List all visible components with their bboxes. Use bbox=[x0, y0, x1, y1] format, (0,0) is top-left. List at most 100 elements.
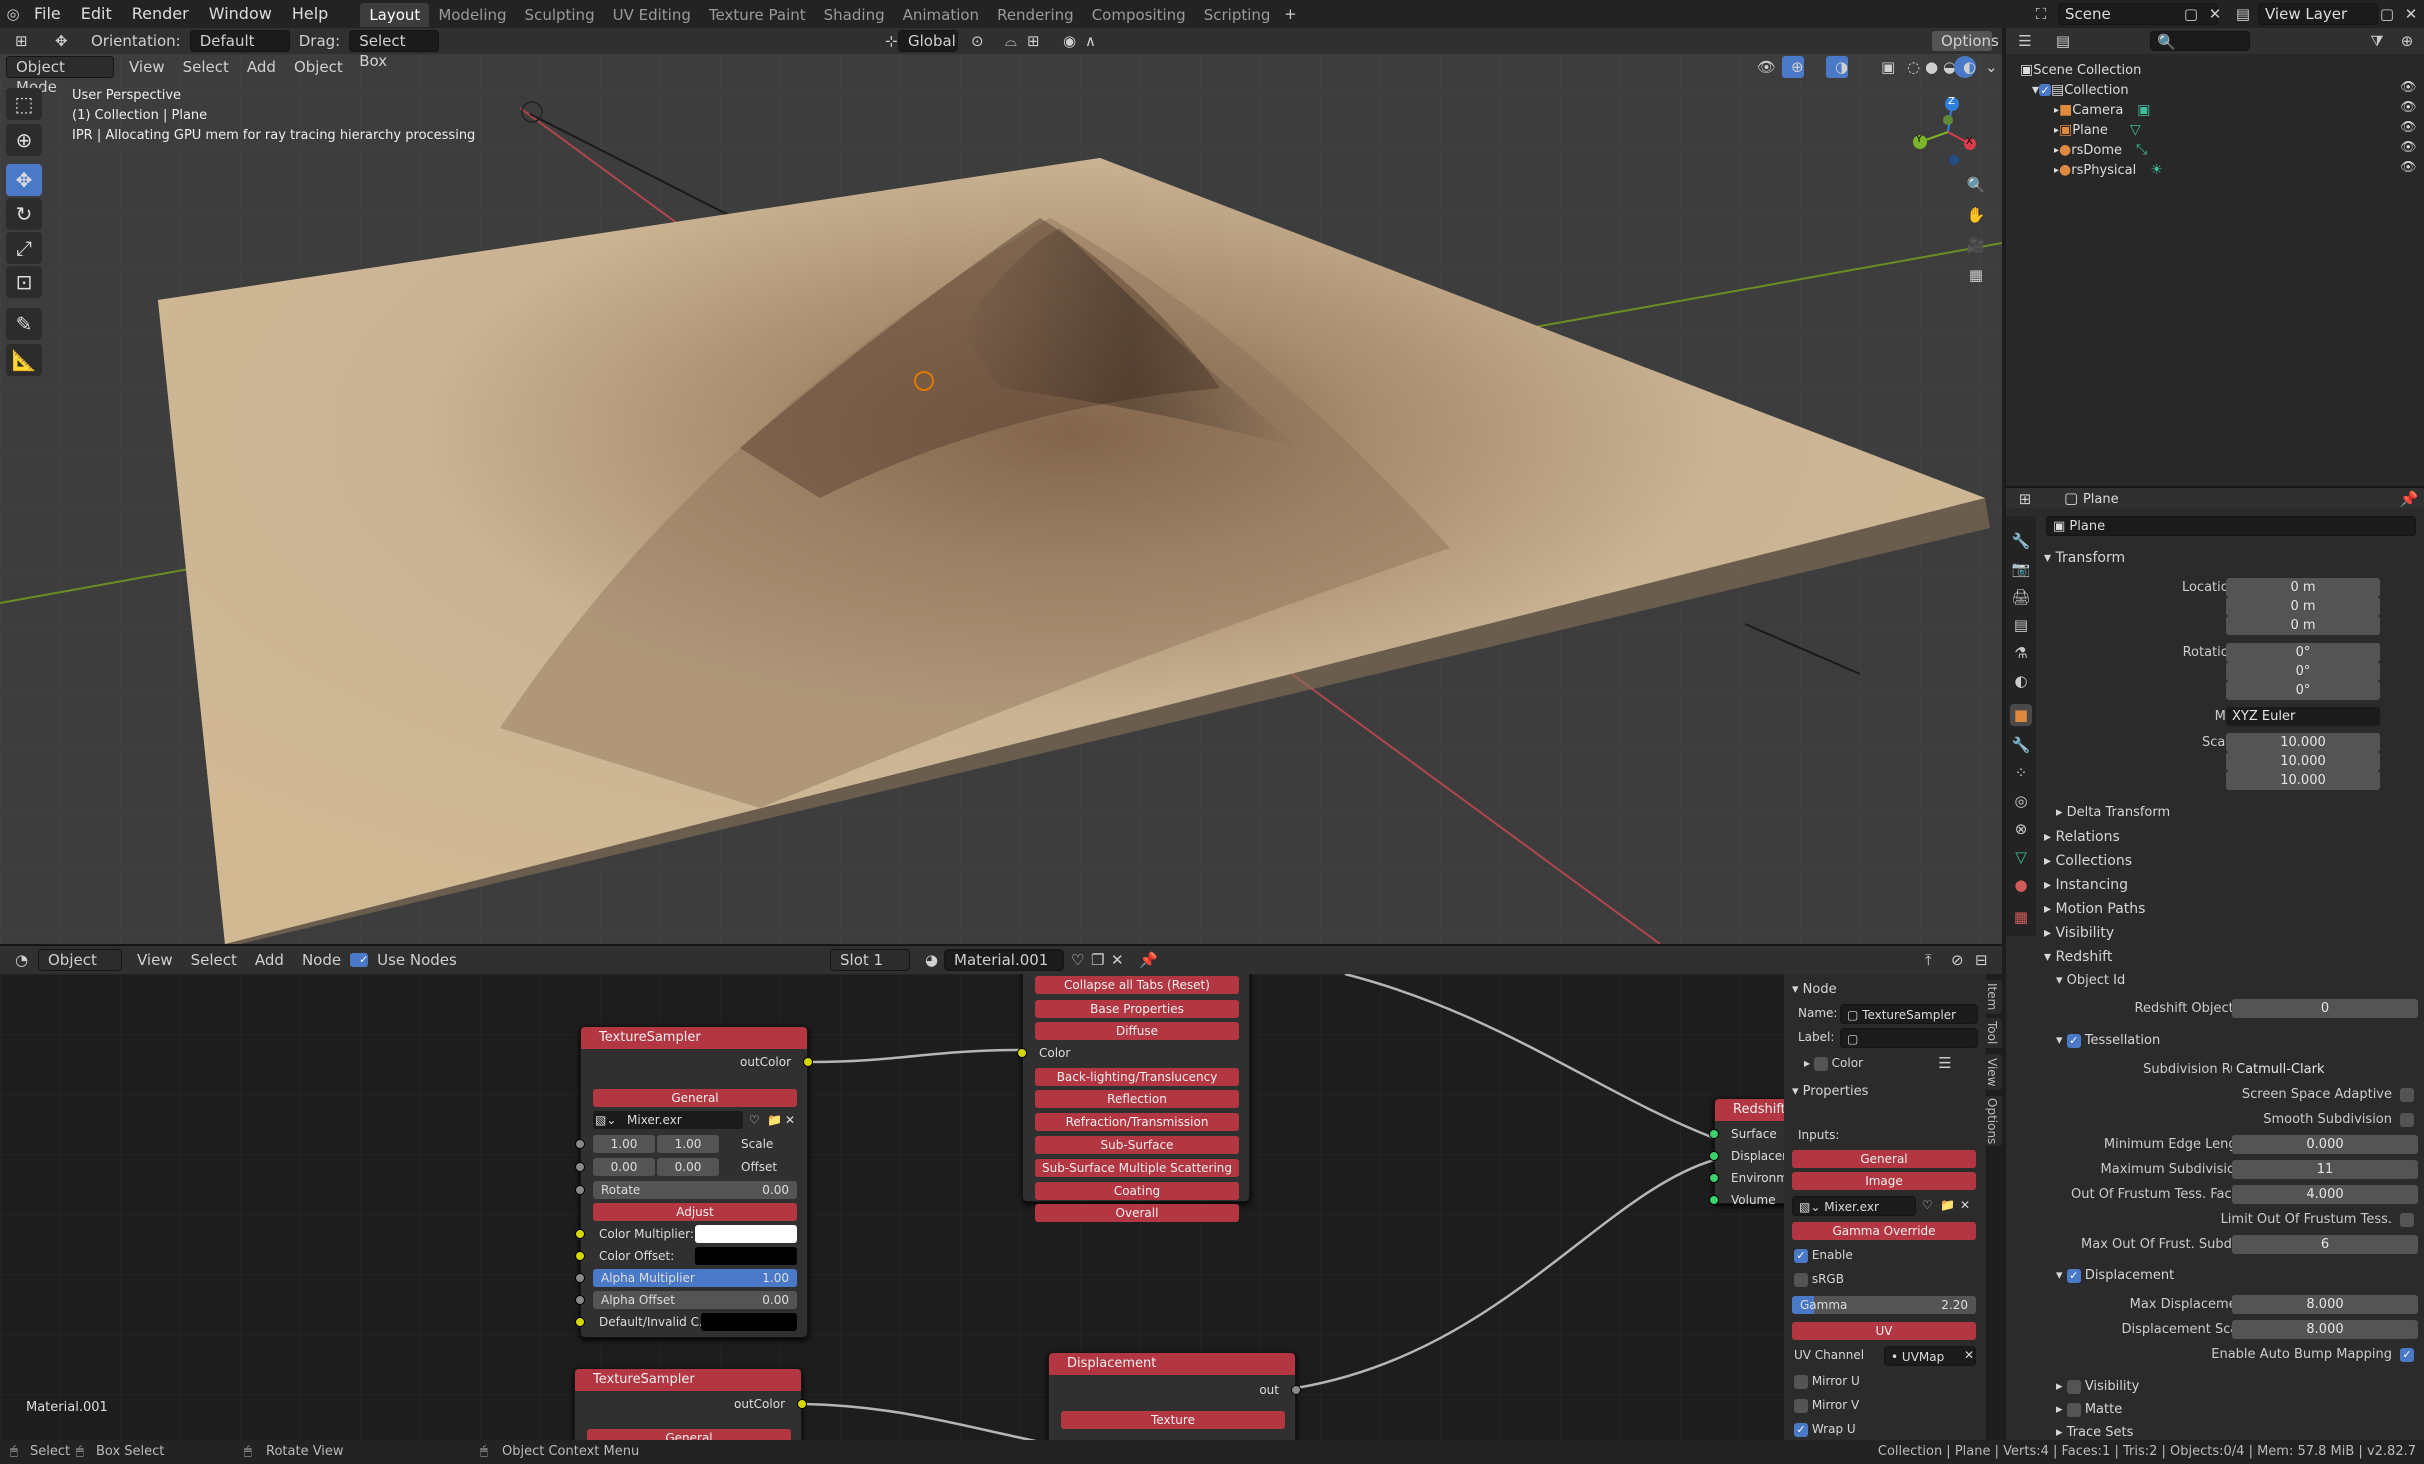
object-name-field[interactable]: ▣ Plane bbox=[2046, 516, 2416, 536]
environment-socket[interactable] bbox=[1709, 1173, 1719, 1183]
texture-sampler-2-title[interactable]: TextureSampler bbox=[575, 1369, 801, 1391]
snap-target-icon[interactable]: ⊞ bbox=[1018, 30, 1040, 52]
visibility-filter-icon[interactable]: 👁 bbox=[1748, 56, 1776, 78]
uv-channel-clear-icon[interactable]: ✕ bbox=[1964, 1348, 1974, 1362]
gamma-override-button[interactable]: Gamma Override bbox=[1792, 1222, 1976, 1240]
matte-panel[interactable]: ▸ Matte bbox=[2056, 1400, 2122, 1420]
new-collection-icon[interactable]: ⊕ bbox=[2396, 30, 2418, 52]
camera-visibility-icon[interactable]: 👁 bbox=[2400, 100, 2417, 115]
oof-factor-field[interactable]: 4.000 bbox=[2232, 1185, 2418, 1204]
menu-add[interactable]: Add bbox=[238, 58, 285, 76]
scale-y-field[interactable]: 10.000 bbox=[2226, 752, 2380, 771]
location-z-field[interactable]: 0 m bbox=[2226, 616, 2380, 635]
color-input-socket[interactable] bbox=[1017, 1048, 1027, 1058]
color-offset-swatch[interactable] bbox=[695, 1247, 797, 1265]
outcolor-2-socket[interactable] bbox=[797, 1399, 807, 1409]
rs-visibility-checkbox[interactable] bbox=[2066, 1379, 2081, 1394]
node-menu-select[interactable]: Select bbox=[182, 951, 246, 969]
move-tool-icon[interactable]: ✥ bbox=[6, 164, 42, 196]
slot-dropdown[interactable]: Slot 1 bbox=[830, 949, 910, 971]
tab-shading[interactable]: Shading bbox=[815, 3, 894, 27]
material-tab-icon[interactable]: ● bbox=[2010, 874, 2032, 896]
outliner-collection[interactable]: ▾ ✓ ▤ Collection bbox=[2032, 80, 2424, 100]
color-row[interactable]: ▸ Color bbox=[1804, 1056, 1863, 1071]
coating-button[interactable]: Coating bbox=[1035, 1182, 1239, 1200]
outliner-scene-collection[interactable]: ▣ Scene Collection bbox=[2020, 60, 2420, 80]
particles-icon[interactable]: ⁘ bbox=[2010, 762, 2032, 784]
overall-button[interactable]: Overall bbox=[1035, 1204, 1239, 1222]
outliner-item-camera[interactable]: ▸ ■ Camera ▣ bbox=[2054, 100, 2424, 120]
delete-view-layer-icon[interactable]: ✕ bbox=[2400, 3, 2422, 25]
options-button[interactable]: Options bbox=[1932, 31, 1999, 51]
display-mode-icon[interactable]: ▤ bbox=[2052, 30, 2074, 52]
view-layer-icon[interactable]: ▤ bbox=[2232, 3, 2254, 25]
redshift-panel[interactable]: ▾ Redshift bbox=[2044, 947, 2112, 967]
add-workspace-icon[interactable]: + bbox=[1279, 3, 1301, 25]
screen-space-row[interactable]: Screen Space Adaptive bbox=[2040, 1085, 2420, 1105]
max-oof-field[interactable]: 6 bbox=[2232, 1235, 2418, 1254]
pan-hand-icon[interactable]: ✋ bbox=[1965, 204, 1987, 226]
tab-compositing[interactable]: Compositing bbox=[1083, 3, 1195, 27]
outliner-item-rsdome[interactable]: ▸ ● rsDome ⤡ bbox=[2054, 140, 2424, 160]
rotation-x-field[interactable]: 0° bbox=[2226, 643, 2380, 662]
rsdome-visibility-icon[interactable]: 👁 bbox=[2400, 140, 2417, 155]
backlighting-button[interactable]: Back-lighting/Translucency bbox=[1035, 1068, 1239, 1086]
sidebar-tab-view[interactable]: View bbox=[1982, 1054, 2002, 1090]
collection-visibility-icon[interactable]: 👁 bbox=[2400, 80, 2417, 95]
use-nodes-checkbox[interactable]: ✓ bbox=[350, 953, 368, 967]
snap-icon[interactable]: ⌓ bbox=[996, 30, 1018, 52]
cursor-tool-icon[interactable]: ⊕ bbox=[6, 124, 42, 156]
parent-node-icon[interactable]: ⤒ bbox=[1916, 949, 1938, 971]
delete-scene-icon[interactable]: ✕ bbox=[2204, 3, 2226, 25]
xray-icon[interactable]: ▣ bbox=[1872, 56, 1895, 78]
sidebar-general-button[interactable]: General bbox=[1792, 1150, 1976, 1168]
ortho-grid-icon[interactable]: ▦ bbox=[1965, 264, 1987, 286]
wrap-u-checkbox[interactable]: ✓ bbox=[1794, 1422, 1808, 1437]
modifiers-icon[interactable]: 🔧 bbox=[2010, 734, 2032, 756]
collections-panel[interactable]: ▸ Collections bbox=[2044, 851, 2132, 871]
blender-logo-icon[interactable]: ◎ bbox=[2, 3, 24, 25]
visibility-panel[interactable]: ▸ Visibility bbox=[2044, 923, 2114, 943]
navigation-gizmo[interactable]: Z Y X bbox=[1908, 92, 1988, 172]
matte-checkbox[interactable] bbox=[2066, 1402, 2081, 1417]
unlink-material-icon[interactable]: ✕ bbox=[1102, 949, 1124, 971]
rs-visibility-panel[interactable]: ▸ Visibility bbox=[2056, 1377, 2139, 1397]
diffuse-button[interactable]: Diffuse bbox=[1035, 1022, 1239, 1040]
menu-help[interactable]: Help bbox=[282, 0, 338, 28]
shading-options-icon[interactable]: ⌄ bbox=[1976, 56, 1998, 78]
color-offset-socket[interactable] bbox=[575, 1251, 585, 1261]
node-menu-node[interactable]: Node bbox=[293, 951, 350, 969]
menu-view[interactable]: View bbox=[120, 58, 174, 76]
snap-nodes-icon[interactable]: ⊘ bbox=[1942, 949, 1964, 971]
tool-settings-icon[interactable]: 🔧 bbox=[2010, 530, 2032, 552]
properties-editor-icon[interactable]: ⊞ bbox=[2014, 488, 2036, 510]
sidebar-fake-user-icon[interactable]: ♡ bbox=[1922, 1198, 1933, 1212]
rotate-field[interactable]: Rotate 0.00 bbox=[593, 1181, 797, 1199]
shader-type-dropdown[interactable]: Object bbox=[38, 949, 122, 971]
instancing-panel[interactable]: ▸ Instancing bbox=[2044, 875, 2128, 895]
shading-material-icon[interactable]: ◒ bbox=[1934, 56, 1956, 78]
pin-icon[interactable]: 📌 bbox=[1130, 949, 1158, 971]
pivot-icon[interactable]: ⊙ bbox=[962, 30, 984, 52]
motion-paths-panel[interactable]: ▸ Motion Paths bbox=[2044, 899, 2145, 919]
alpha-multiplier-field[interactable]: Alpha Multiplier 1.00 bbox=[593, 1269, 797, 1287]
rotation-mode-dropdown[interactable]: XYZ Euler bbox=[2226, 707, 2380, 726]
new-view-layer-icon[interactable]: ▢ bbox=[2376, 3, 2398, 25]
editor-type-icon[interactable]: ⊞ bbox=[6, 30, 28, 52]
filter-icon[interactable]: ⧩ bbox=[2366, 30, 2388, 52]
measure-tool-icon[interactable]: 📐 bbox=[6, 344, 42, 376]
enable-checkbox[interactable]: ✓ bbox=[1794, 1248, 1808, 1263]
transform-orientation-dropdown[interactable]: Global bbox=[898, 30, 958, 52]
tab-layout[interactable]: Layout bbox=[360, 3, 430, 27]
displacement-out-socket[interactable] bbox=[1291, 1385, 1301, 1395]
node-menu-view[interactable]: View bbox=[128, 951, 182, 969]
alpha-multiplier-socket[interactable] bbox=[575, 1273, 585, 1283]
disp-scale-field[interactable]: 8.000 bbox=[2232, 1320, 2418, 1339]
enable-row[interactable]: ✓ Enable bbox=[1794, 1248, 1853, 1263]
displacement-title[interactable]: Displacement bbox=[1049, 1353, 1295, 1375]
physics-icon[interactable]: ◎ bbox=[2010, 790, 2032, 812]
tab-scripting[interactable]: Scripting bbox=[1195, 3, 1280, 27]
location-x-field[interactable]: 0 m bbox=[2226, 578, 2380, 597]
overlay-toggle-icon[interactable]: ◑ bbox=[1826, 56, 1848, 78]
uv-button[interactable]: UV bbox=[1792, 1322, 1976, 1340]
